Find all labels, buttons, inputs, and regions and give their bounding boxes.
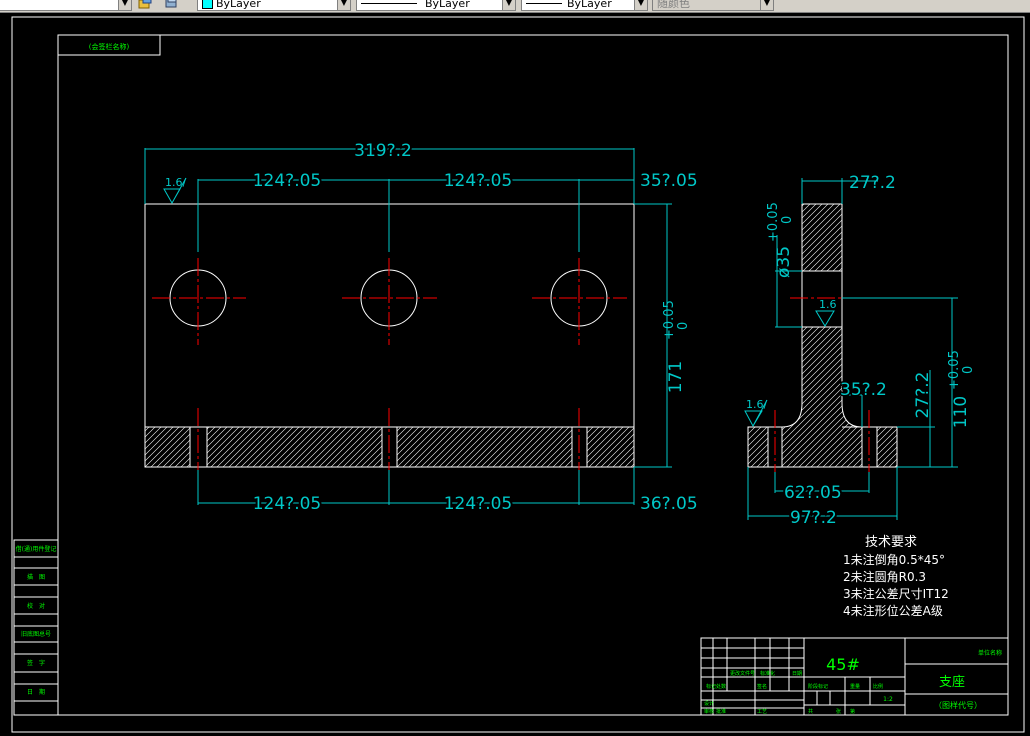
dim-side-top-width: 27?.2 — [849, 173, 896, 193]
dim-bottom-spacing-1: 124?.05 — [253, 494, 322, 514]
tech-req-item-2: 2未注圆角R0.3 — [843, 569, 926, 584]
dim-bottom-spacing-2: 124?.05 — [444, 494, 513, 514]
chevron-down-icon: ▼ — [760, 0, 773, 10]
color-combo[interactable]: ByLayer ▼ — [197, 0, 351, 11]
dim-base-width: 97?.2 — [790, 508, 837, 528]
svg-text:张: 张 — [836, 708, 841, 715]
tech-req-item-1: 1未注倒角0.5*45° — [843, 552, 945, 567]
svg-text:设计: 设计 — [704, 700, 714, 707]
drawing-canvas[interactable]: (会签栏名称) 借(通)用件登记 描 图 校 对 旧底图总号 签 字 日 期 3… — [0, 12, 1030, 736]
strip-label-3: 旧底图总号 — [21, 630, 51, 638]
svg-text:批准: 批准 — [716, 708, 726, 715]
svg-text:第: 第 — [850, 708, 855, 715]
svg-text:阶段标记: 阶段标记 — [808, 683, 828, 690]
svg-text:共: 共 — [808, 708, 813, 715]
layer-states-icon[interactable] — [138, 0, 152, 10]
tech-req-item-3: 3未注公差尺寸IT12 — [843, 586, 949, 601]
chevron-down-icon[interactable]: ▼ — [634, 0, 647, 10]
chevron-down-icon[interactable]: ▼ — [502, 0, 515, 10]
front-hatch-4 — [587, 427, 634, 467]
linetype-combo[interactable]: ByLayer ▼ — [356, 0, 516, 11]
lineweight-sample-icon — [526, 3, 562, 4]
tech-req-title: 技术要求 — [865, 535, 917, 550]
dim-side-height-base: 110 — [951, 396, 971, 428]
svg-text:重量: 重量 — [850, 683, 860, 690]
layer-combo-stub[interactable]: ▼ — [0, 0, 132, 11]
svg-text:日期: 日期 — [792, 671, 802, 677]
tech-req-item-4: 4未注形位公差A级 — [843, 603, 943, 618]
svg-text:签名: 签名 — [757, 683, 767, 690]
left-revision-strip: 借(通)用件登记 描 图 校 对 旧底图总号 签 字 日 期 — [13, 539, 59, 716]
technical-requirements: 技术要求 1未注倒角0.5*45° 2未注圆角R0.3 3未注公差尺寸IT12 … — [843, 535, 949, 618]
front-hatch-3 — [397, 427, 572, 467]
strip-label-5: 日 期 — [27, 688, 45, 696]
plotstyle-combo: 随颜色 ▼ — [652, 0, 774, 11]
dim-overall-width: 319?.2 — [354, 141, 412, 161]
roughness-symbol-2: 1.6 — [819, 298, 837, 311]
dim-side-height-tol-upper: +0.05 — [947, 350, 962, 390]
dim-bore-tol-upper: +0.05 — [766, 202, 781, 242]
color-swatch-icon — [202, 0, 213, 9]
front-hatch-2 — [207, 427, 382, 467]
dim-hole-spacing-2: 124?.05 — [444, 171, 513, 191]
dim-height-base: 171 — [666, 361, 686, 393]
signature-label: (会签栏名称) — [89, 42, 130, 51]
side-hatch-top — [801, 203, 843, 272]
linetype-sample-icon — [361, 3, 417, 4]
drawing-border-outer — [11, 16, 1025, 733]
title-drawing-no: （图样代号） — [934, 700, 982, 710]
side-view[interactable]: 27?.2 ø35 +0.05 0 1.6 1.6/ 110 +0.05 0 2… — [744, 173, 976, 530]
dim-side-height-tol-lower: 0 — [961, 366, 976, 374]
svg-text:处数: 处数 — [716, 683, 726, 690]
front-view[interactable]: 319?.2 124?.05 124?.05 35?.05 1.6/ 171 +… — [144, 139, 700, 516]
svg-text:审核: 审核 — [704, 708, 714, 715]
strip-label-1: 描 图 — [27, 573, 45, 581]
svg-text:工艺: 工艺 — [757, 709, 767, 715]
roughness-triangle-2 — [815, 310, 835, 327]
svg-text:标记: 标记 — [706, 683, 716, 690]
svg-text:标准化: 标准化 — [760, 670, 775, 677]
dim-step-height: 27?.2 — [913, 372, 933, 419]
dim-bore-tol-lower: 0 — [780, 216, 795, 224]
strip-label-2: 校 对 — [27, 602, 45, 610]
dim-edge-offset-top: 35?.05 — [640, 171, 698, 191]
dim-inner-width: 35?.2 — [840, 380, 887, 400]
dim-height-tol-lower: 0 — [676, 322, 691, 330]
svg-text:比例: 比例 — [873, 683, 883, 690]
chevron-down-icon[interactable]: ▼ — [118, 0, 131, 10]
strip-label-0: 借(通)用件登记 — [16, 545, 57, 553]
side-hatch-left-foot — [747, 426, 769, 468]
layer-previous-icon[interactable] — [164, 0, 178, 10]
side-hatch-right-foot — [876, 426, 898, 468]
chevron-down-icon[interactable]: ▼ — [337, 0, 350, 10]
title-part-name: 支座 — [939, 675, 965, 690]
dim-hole-spacing-1: 124?.05 — [253, 171, 322, 191]
lineweight-combo[interactable]: ByLayer ▼ — [521, 0, 648, 11]
front-hatch-1 — [145, 427, 190, 467]
title-scale: 1:2 — [883, 696, 893, 703]
dim-slot-distance: 62?.05 — [784, 483, 842, 503]
strip-label-4: 签 字 — [27, 659, 45, 667]
dim-edge-offset-bottom: 36?.05 — [640, 494, 698, 514]
svg-text:更改文件号: 更改文件号 — [730, 670, 755, 677]
title-company: 单位名称 — [978, 649, 1002, 657]
dim-bore-base: ø35 — [774, 246, 794, 278]
title-material: 45# — [826, 655, 860, 674]
dim-height-tol-upper: +0.05 — [662, 300, 677, 340]
